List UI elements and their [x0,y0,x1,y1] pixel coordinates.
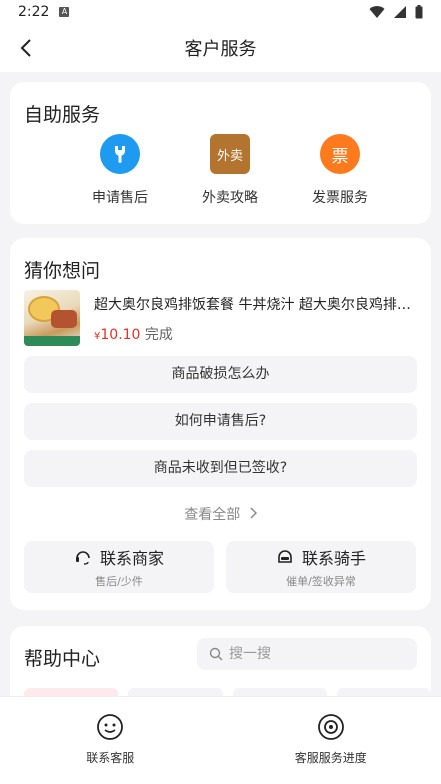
order-status: 完成 [144,327,173,343]
recent-order[interactable]: 超大奥尔良鸡排饭套餐 牛丼烧汁 超大奥尔良鸡排… ¥10.10 完成 [24,290,417,346]
nav-bar: 客户服务 [0,24,441,72]
contact-merchant-button[interactable]: 联系商家 售后/少件 [24,541,214,593]
status-bar: 2:22 A [0,0,441,24]
see-all-link[interactable]: 查看全部 [10,504,431,524]
invoice-service-label: 发票服务 [312,190,368,206]
self-service-title: 自助服务 [24,104,101,126]
search-icon [209,647,223,661]
contact-merchant-title: 联系商家 [99,549,164,568]
faq-item[interactable]: 商品破损怎么办 [24,356,417,393]
apply-aftersale-button[interactable]: 申请售后 [70,134,170,207]
help-search-input[interactable] [229,646,389,662]
help-search-box[interactable] [197,638,417,670]
wifi-icon [369,6,385,19]
page-title: 客户服务 [184,39,257,60]
wrench-icon [100,134,140,174]
smiley-icon [97,714,124,740]
faq-item[interactable]: 如何申请售后? [24,403,417,440]
takeout-guide-label: 外卖攻略 [202,190,258,206]
self-service-card: 自助服务 申请售后 外卖 外卖攻略 票 发票服务 [10,82,431,224]
progress-target-icon [317,714,344,740]
battery-icon [415,5,423,19]
notification-icon: A [59,7,70,17]
invoice-icon: 票 [320,134,360,174]
helmet-icon [278,550,292,563]
order-thumbnail [24,290,80,346]
contact-rider-sub: 催单/签收异常 [286,575,356,588]
status-time: 2:22 [18,4,50,20]
guess-title: 猜你想问 [24,260,101,282]
bottom-bar: 联系客服 客服服务进度 [0,696,441,784]
faq-item[interactable]: 商品未收到但已签收? [24,450,417,487]
guess-card: 猜你想问 超大奥尔良鸡排饭套餐 牛丼烧汁 超大奥尔良鸡排… ¥10.10 完成 … [10,238,431,610]
service-progress-tab[interactable]: 客服服务进度 [221,697,441,784]
contact-support-label: 联系客服 [86,751,135,765]
order-price: ¥10.10 [94,327,141,343]
back-button[interactable] [14,36,38,60]
contact-merchant-sub: 售后/少件 [95,575,143,588]
back-arrow-icon [20,39,31,57]
help-center-title: 帮助中心 [24,648,101,670]
order-name: 超大奥尔良鸡排饭套餐 牛丼烧汁 超大奥尔良鸡排… [94,297,411,313]
signal-icon [394,6,406,18]
service-progress-label: 客服服务进度 [294,751,367,765]
headset-icon [75,551,90,565]
invoice-service-button[interactable]: 票 发票服务 [290,134,390,207]
contact-rider-button[interactable]: 联系骑手 催单/签收异常 [226,541,416,593]
takeout-box-icon: 外卖 [210,134,250,174]
apply-aftersale-label: 申请售后 [92,190,148,206]
contact-support-tab[interactable]: 联系客服 [0,697,221,784]
see-all-label: 查看全部 [184,507,241,523]
chevron-right-icon [250,507,257,519]
contact-rider-title: 联系骑手 [301,549,366,568]
takeout-guide-button[interactable]: 外卖 外卖攻略 [180,134,280,207]
